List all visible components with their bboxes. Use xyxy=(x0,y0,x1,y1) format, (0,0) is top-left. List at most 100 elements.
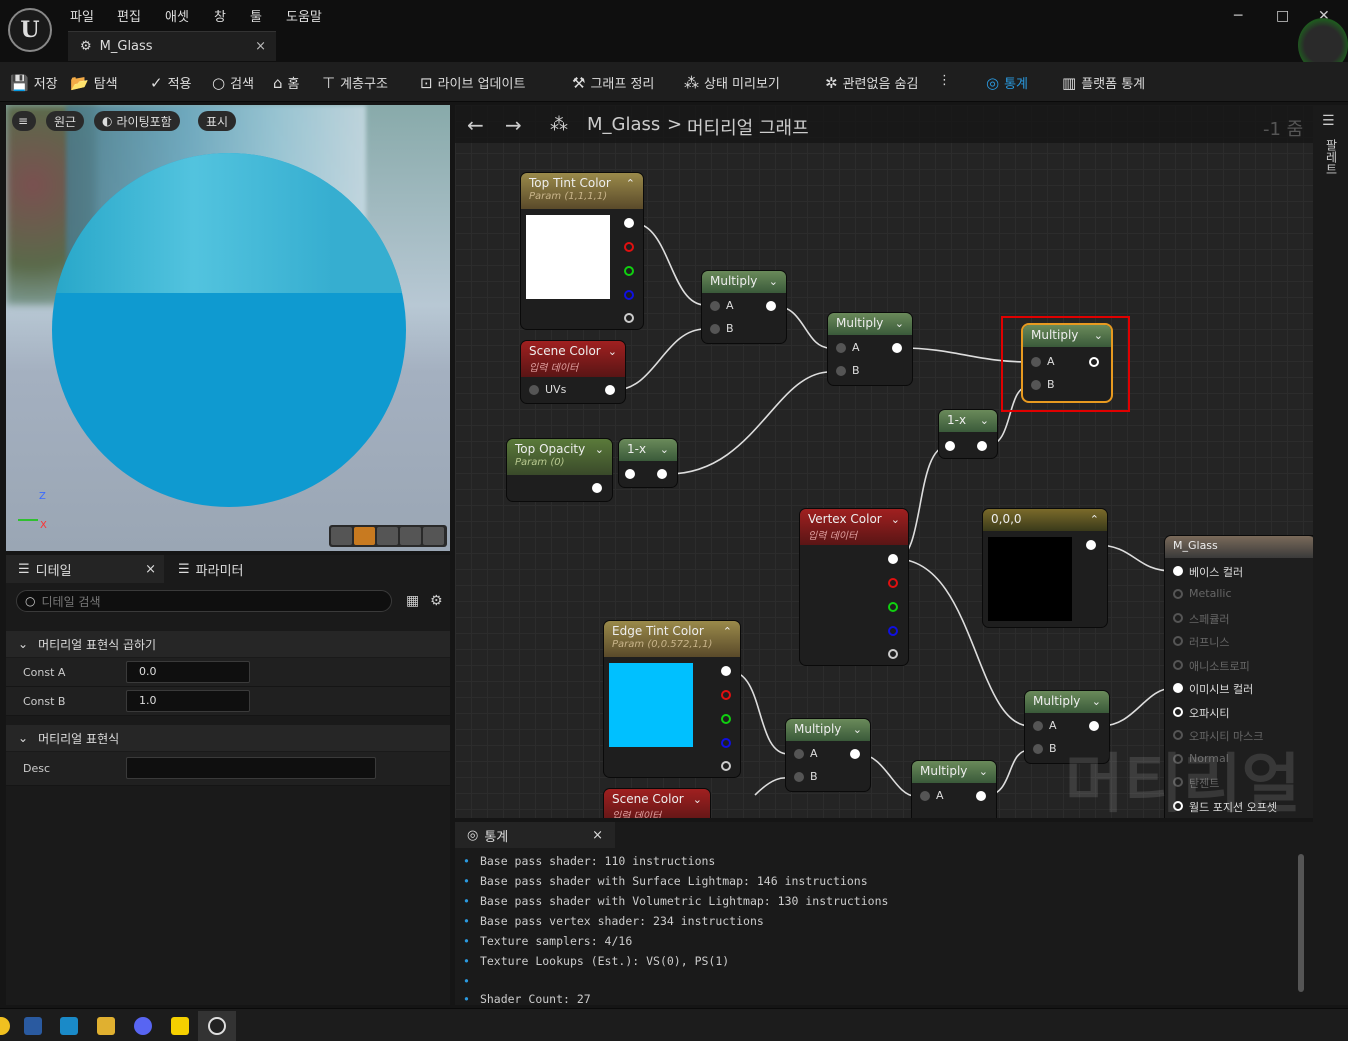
menu-tools[interactable]: 툴 xyxy=(250,6,262,25)
unreal-engine-icon[interactable] xyxy=(208,1017,226,1035)
input-pin-b[interactable] xyxy=(794,772,804,782)
input-pin-base-color[interactable] xyxy=(1173,566,1183,576)
close-stats-icon[interactable]: × xyxy=(592,828,603,843)
chevron-down-icon[interactable]: ⌄ xyxy=(853,723,862,736)
stats-scrollbar[interactable] xyxy=(1298,854,1304,992)
output-pin[interactable] xyxy=(1089,721,1099,731)
chevron-down-icon[interactable]: ⌄ xyxy=(891,513,900,526)
node-scene-color[interactable]: Scene Color 입력 데이터 ⌄ UVs xyxy=(521,341,625,403)
output-pin-rgb[interactable] xyxy=(721,666,731,676)
home-button[interactable]: ⌂ 홈 xyxy=(273,73,300,93)
node-edge-tint-color[interactable]: Edge Tint Color Param (0,0.572,1,1) ⌃ xyxy=(604,621,740,777)
output-pin[interactable] xyxy=(892,343,902,353)
document-tab[interactable]: ⚙ M_Glass × xyxy=(68,31,276,61)
viewport-menu-icon[interactable]: ≡ xyxy=(12,111,36,131)
chevron-up-icon[interactable]: ⌃ xyxy=(1090,513,1099,526)
settings-gear-icon[interactable]: ⚙ xyxy=(430,593,443,609)
stats-button[interactable]: ◎ 통계 xyxy=(986,73,1028,93)
menu-window[interactable]: 창 xyxy=(214,6,226,25)
input-pin-a[interactable] xyxy=(920,791,930,801)
apply-button[interactable]: ✓ 적용 xyxy=(150,73,192,93)
output-pin[interactable] xyxy=(657,469,667,479)
clean-graph-button[interactable]: ⚒ 그래프 정리 xyxy=(572,73,654,93)
output-pin-g[interactable] xyxy=(888,602,898,612)
palette-menu-icon[interactable]: ☰ xyxy=(1322,113,1335,129)
material-graph-editor[interactable]: ← → ⁂ M_Glass > 머티리얼 그래프 -1 줌 Top Tint C… xyxy=(455,105,1313,818)
input-pin-b[interactable] xyxy=(836,366,846,376)
output-pin-g[interactable] xyxy=(721,714,731,724)
chevron-down-icon[interactable]: ⌄ xyxy=(979,765,988,778)
lighting-button[interactable]: ◐ 라이팅포함 xyxy=(94,111,180,131)
node-one-minus[interactable]: 1-x ⌄ xyxy=(939,410,997,458)
palette-tab[interactable]: 팔레트 xyxy=(1323,139,1340,175)
node-multiply[interactable]: Multiply ⌄ A B xyxy=(786,719,870,791)
hierarchy-button[interactable]: ⊤ 계층구조 xyxy=(322,73,388,93)
input-pin-opacity[interactable] xyxy=(1173,707,1183,717)
maximize-button[interactable]: □ xyxy=(1276,8,1289,24)
output-pin[interactable] xyxy=(766,301,776,311)
input-pin-a[interactable] xyxy=(1033,721,1043,731)
output-pin-g[interactable] xyxy=(624,266,634,276)
input-pin-b[interactable] xyxy=(710,324,720,334)
cylinder-shape-icon[interactable] xyxy=(331,527,352,545)
forward-arrow-icon[interactable]: → xyxy=(505,113,522,137)
more-options-icon[interactable]: ⋮ xyxy=(938,73,951,88)
node-multiply[interactable]: Multiply ⌄ A B xyxy=(702,271,786,343)
save-button[interactable]: 💾 저장 xyxy=(10,73,58,93)
output-pin[interactable] xyxy=(977,441,987,451)
output-pin-b[interactable] xyxy=(888,626,898,636)
sphere-shape-icon[interactable] xyxy=(354,527,375,545)
mesh-shape-icon[interactable] xyxy=(423,527,444,545)
output-pin-a[interactable] xyxy=(624,313,634,323)
chevron-down-icon[interactable]: ⌄ xyxy=(693,793,702,806)
tab-parameters[interactable]: ☰ 파라미터 xyxy=(166,555,306,583)
close-tab-icon[interactable]: × xyxy=(255,39,266,54)
input-pin-a[interactable] xyxy=(794,749,804,759)
visual-studio-icon[interactable] xyxy=(24,1017,42,1035)
input-pin-b[interactable] xyxy=(1031,380,1041,390)
input-pin-anisotropy[interactable] xyxy=(1173,660,1183,670)
state-preview-button[interactable]: ⁂ 상태 미리보기 xyxy=(684,73,780,93)
discord-icon[interactable] xyxy=(134,1017,152,1035)
live-update-button[interactable]: ⊡ 라이브 업데이트 xyxy=(420,73,525,93)
input-pin-b[interactable] xyxy=(1033,744,1043,754)
output-pin[interactable] xyxy=(1086,540,1096,550)
output-pin-a[interactable] xyxy=(721,761,731,771)
chevron-down-icon[interactable]: ⌄ xyxy=(980,414,989,427)
material-preview-viewport[interactable]: ≡ 원근 ◐ 라이팅포함 표시 Z X xyxy=(6,105,450,551)
node-vertex-color[interactable]: Vertex Color 입력 데이터 ⌄ xyxy=(800,509,908,665)
output-pin[interactable] xyxy=(592,483,602,493)
chevron-down-icon[interactable]: ⌄ xyxy=(660,443,669,456)
output-pin-a[interactable] xyxy=(888,649,898,659)
node-one-minus[interactable]: 1-x ⌄ xyxy=(619,439,677,487)
chevron-down-icon[interactable]: ⌄ xyxy=(895,317,904,330)
output-pin[interactable] xyxy=(605,385,615,395)
browse-button[interactable]: 📂 탐색 xyxy=(70,73,118,93)
minimize-button[interactable]: ─ xyxy=(1234,8,1242,24)
taskbar-app-icon[interactable] xyxy=(0,1017,10,1035)
desc-field[interactable] xyxy=(126,757,376,779)
input-pin-roughness[interactable] xyxy=(1173,636,1183,646)
file-explorer-icon[interactable] xyxy=(97,1017,115,1035)
menu-asset[interactable]: 애셋 xyxy=(165,6,189,25)
cube-shape-icon[interactable] xyxy=(400,527,421,545)
platform-stats-button[interactable]: ▥ 플랫폼 통계 xyxy=(1062,73,1145,93)
app-m-icon[interactable] xyxy=(60,1017,78,1035)
show-button[interactable]: 표시 xyxy=(198,111,237,131)
input-pin-a[interactable] xyxy=(836,343,846,353)
input-pin[interactable] xyxy=(625,469,635,479)
output-pin[interactable] xyxy=(1089,357,1099,367)
section-material-expression[interactable]: ⌄ 머티리얼 표현식 xyxy=(6,725,450,751)
details-search-input[interactable]: ○ 디테일 검색 xyxy=(16,590,392,612)
kakaotalk-icon[interactable] xyxy=(171,1017,189,1035)
tab-stats[interactable]: ◎ 통계 × xyxy=(455,822,615,848)
node-constant-black[interactable]: 0,0,0 ⌃ xyxy=(983,509,1107,627)
chevron-down-icon[interactable]: ⌄ xyxy=(608,345,617,358)
hide-unrelated-button[interactable]: ✲ 관련없음 숨김 xyxy=(825,73,918,93)
input-pin-specular[interactable] xyxy=(1173,613,1183,623)
input-pin-a[interactable] xyxy=(1031,357,1041,367)
output-pin-r[interactable] xyxy=(624,242,634,252)
input-pin-uvs[interactable] xyxy=(529,385,539,395)
input-pin[interactable] xyxy=(945,441,955,451)
chevron-up-icon[interactable]: ⌃ xyxy=(626,177,635,190)
